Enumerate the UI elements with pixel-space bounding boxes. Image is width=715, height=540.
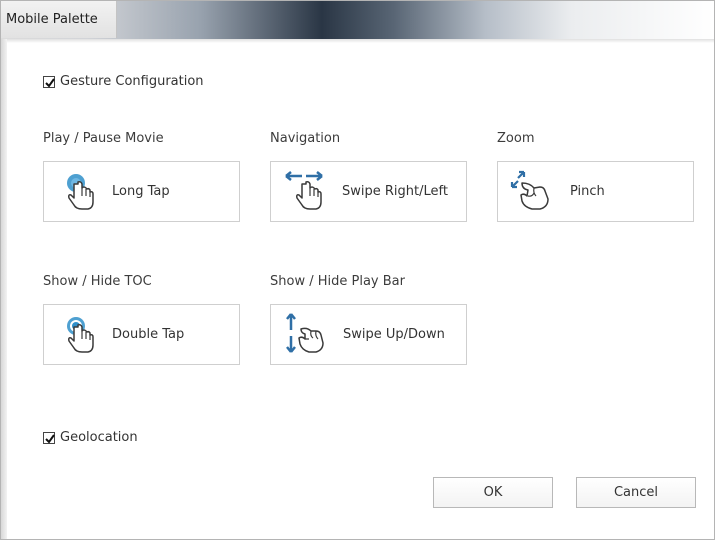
swipe-right-left-label: Swipe Right/Left [342,184,448,199]
section-label-play-pause: Play / Pause Movie [43,131,164,146]
double-tap-icon [67,317,94,353]
section-label-navigation: Navigation [270,131,341,146]
geolocation-label: Geolocation [60,430,138,445]
swipe-up-down-label: Swipe Up/Down [343,327,445,342]
long-tap-button[interactable]: Long Tap [43,161,240,222]
long-tap-icon [67,174,94,210]
title-bar-shadow [7,39,714,43]
section-label-show-hide-toc: Show / Hide TOC [43,274,152,289]
title-bar: Mobile Palette [1,1,714,39]
gesture-configuration-label: Gesture Configuration [60,74,204,89]
swipe-vertical-icon [286,313,324,353]
double-tap-label: Double Tap [112,327,185,342]
swipe-up-down-button[interactable]: Swipe Up/Down [270,304,467,365]
window-left-edge [1,1,7,539]
pinch-button[interactable]: Pinch [497,161,694,222]
geolocation-checkbox[interactable] [43,431,55,444]
checkmark-icon [45,433,55,444]
pinch-icon [510,170,549,210]
double-tap-button[interactable]: Double Tap [43,304,240,365]
section-label-show-hide-play-bar: Show / Hide Play Bar [270,274,405,289]
ok-button[interactable]: OK [433,477,553,508]
pinch-label: Pinch [570,184,605,199]
mobile-palette-dialog: Mobile Palette Gesture Configuration Pla… [0,0,715,540]
long-tap-label: Long Tap [112,184,170,199]
gesture-configuration-checkbox-row[interactable]: Gesture Configuration [43,74,204,89]
cancel-button[interactable]: Cancel [576,477,696,508]
checkmark-icon [45,77,55,88]
gesture-configuration-checkbox[interactable] [43,75,55,88]
swipe-right-left-button[interactable]: Swipe Right/Left [270,161,467,222]
geolocation-checkbox-row[interactable]: Geolocation [43,430,138,445]
window-title: Mobile Palette [1,1,117,38]
swipe-horizontal-icon [285,171,323,210]
section-label-zoom: Zoom [497,131,535,146]
